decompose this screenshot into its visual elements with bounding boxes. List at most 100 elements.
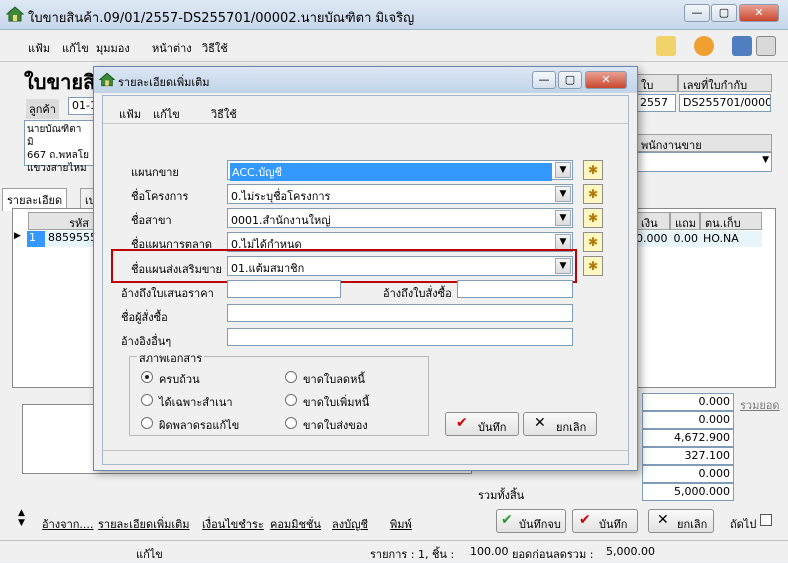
grid-row-store: HO.NA xyxy=(703,232,739,245)
doc-status-label: สภาพเอกสาร xyxy=(137,349,205,367)
link-reference[interactable]: อ้างจาก.... xyxy=(42,515,93,533)
total-1: 0.000 xyxy=(642,393,734,411)
grid-row-amount: 0.000 xyxy=(636,232,668,245)
cancel-label: ยกเลิก xyxy=(677,518,708,531)
link-post-ledger[interactable]: ลงบัญชี xyxy=(332,515,368,533)
dialog-title: รายละเอียดเพิ่มเติม xyxy=(118,76,210,89)
dialog-cancel-button[interactable]: ✕ ยกเลิก xyxy=(523,412,597,436)
radio-error-pending[interactable] xyxy=(141,417,153,429)
grand-total: 5,000.000 xyxy=(642,483,734,501)
radio-error-pending-label: ผิดพลาดรอแก้ไข xyxy=(159,419,240,432)
radio-missing-delivery[interactable] xyxy=(285,417,297,429)
link-commission[interactable]: คอมมิชชั่น xyxy=(270,515,321,533)
grand-total-label: รวมทั้งสิ้น xyxy=(478,489,525,502)
dialog-title-bar: รายละเอียดเพิ่มเติม — ▢ ✕ xyxy=(94,67,637,93)
project-combo[interactable]: 0.ไม่ระบุชื่อโครงการ ▼ xyxy=(227,184,573,204)
dialog-menu-file[interactable]: แฟ้ม xyxy=(119,105,141,123)
check-icon: ✔ xyxy=(456,415,468,431)
radio-complete[interactable] xyxy=(141,371,153,383)
customer-code-field[interactable]: 01-1 xyxy=(68,97,96,115)
clipboard-icon[interactable] xyxy=(756,36,776,56)
minimize-button[interactable]: — xyxy=(684,4,710,22)
customer-address: นายบัณฑิตา มิ 667 ถ.พหลโย แขวงสายไหม xyxy=(24,120,94,174)
cancel-button[interactable]: ✕ ยกเลิก xyxy=(648,509,714,533)
maximize-button[interactable]: ▢ xyxy=(711,4,737,22)
status-summary: รายการ : 1, ชิ้น : xyxy=(370,548,455,561)
dialog-menu-edit[interactable]: แก้ไข xyxy=(153,105,180,123)
save-close-button[interactable]: ✔ บันทึกจบ xyxy=(496,509,566,533)
order-ref-input[interactable] xyxy=(457,280,573,298)
ref-field[interactable]: 2557 xyxy=(636,94,676,112)
project-value: 0.ไม่ระบุชื่อโครงการ xyxy=(231,190,331,203)
link-print[interactable]: พิมพ์ xyxy=(390,515,412,533)
menu-edit[interactable]: แก้ไข xyxy=(62,39,89,57)
close-button[interactable]: ✕ xyxy=(739,4,779,22)
buyer-label: ชื่อผู้สั่งซื้อ xyxy=(121,311,168,324)
total-4: 327.100 xyxy=(642,447,734,465)
ref-header: ใบกำกับ xyxy=(636,74,678,110)
field-label-project: ชื่อโครงการ xyxy=(131,190,189,203)
chevron-down-icon[interactable]: ▼ xyxy=(555,258,571,274)
lookup-icon[interactable]: ✱ xyxy=(583,256,603,276)
chevron-down-icon[interactable]: ▼ xyxy=(555,210,571,226)
sum-link[interactable]: รวมยอด xyxy=(740,396,780,414)
branch-value: 0001.สำนักงานใหญ่ xyxy=(231,214,331,227)
address-line: นายบัณฑิตา มิ xyxy=(27,124,82,148)
sales-dept-combo[interactable]: ACC.บัญชี ▼ xyxy=(227,160,573,181)
status-bar: แก้ไข รายการ : 1, ชิ้น : 100.00 ยอดก่อนล… xyxy=(0,540,788,562)
calculator-icon[interactable] xyxy=(732,36,752,56)
status-before-tax-label: ยอดก่อนลดรวม : xyxy=(512,548,594,561)
customer-label: ลูกค้า xyxy=(26,99,59,119)
radio-missing-debit-note[interactable] xyxy=(285,394,297,406)
menu-help[interactable]: วิธีใช้ xyxy=(202,39,228,57)
address-line: 667 ถ.พหลโย xyxy=(27,150,90,161)
house-app-icon xyxy=(99,72,115,87)
total-2: 0.000 xyxy=(642,411,734,429)
dialog-save-button[interactable]: ✔ บันทึก xyxy=(445,412,519,436)
other-ref-input[interactable] xyxy=(227,328,573,346)
link-payment-terms[interactable]: เงื่อนไขชำระ xyxy=(202,515,264,533)
field-label-promotion-plan: ชื่อแผนส่งเสริมขาย xyxy=(131,263,222,276)
target-icon[interactable] xyxy=(694,36,714,56)
dialog-minimize-button[interactable]: — xyxy=(532,71,556,89)
dialog-body: แฟ้ม แก้ไข วิธีใช้ แผนกขาย ACC.บัญชี ▼ ช… xyxy=(102,95,629,465)
grid-row-code[interactable]: 88595554 xyxy=(46,231,104,247)
radio-missing-credit-note[interactable] xyxy=(285,371,297,383)
dialog-status-bar xyxy=(102,450,629,466)
lookup-icon[interactable]: ✱ xyxy=(583,208,603,228)
page-title: ใบขายสิ xyxy=(24,70,96,94)
dialog-close-button[interactable]: ✕ xyxy=(585,71,627,89)
save-button[interactable]: ✔ บันทึก xyxy=(572,509,638,533)
menu-window[interactable]: หน้าต่าง xyxy=(152,39,192,57)
promotion-plan-value: 01.แต้มสมาชิก xyxy=(231,262,305,275)
buyer-input[interactable] xyxy=(227,304,573,322)
lookup-icon[interactable]: ✱ xyxy=(583,232,603,252)
scroll-arrows-icon[interactable]: ▲ ▼ xyxy=(18,508,25,528)
salesperson-combo[interactable]: ▼ xyxy=(636,152,772,172)
house-app-icon xyxy=(6,6,24,22)
window-title: ใบขายสินค้า.09/01/2557-DS255701/00002.นา… xyxy=(28,11,415,26)
lookup-icon[interactable]: ✱ xyxy=(583,184,603,204)
tax-invoice-field[interactable]: DS255701/00002 xyxy=(679,94,771,112)
grid-header-code: รหัส xyxy=(28,212,94,230)
status-mode: แก้ไข xyxy=(136,548,163,561)
sales-dept-value: ACC.บัญชี xyxy=(230,163,552,181)
menu-view[interactable]: มุมมอง xyxy=(96,39,130,57)
chevron-down-icon[interactable]: ▼ xyxy=(555,234,571,250)
menu-file[interactable]: แฟ้ม xyxy=(28,39,50,57)
chevron-down-icon[interactable]: ▼ xyxy=(555,162,571,178)
dialog-cancel-label: ยกเลิก xyxy=(556,421,587,434)
grid-header-store: ตน.เก็บ xyxy=(700,212,762,230)
radio-copy-only[interactable] xyxy=(141,394,153,406)
link-more-details[interactable]: รายละเอียดเพิ่มเติม xyxy=(98,515,190,533)
grid-row-index[interactable]: 1 xyxy=(27,231,45,247)
next-checkbox[interactable] xyxy=(760,514,772,526)
promotion-plan-combo[interactable]: 01.แต้มสมาชิก ▼ xyxy=(227,256,573,276)
key-icon[interactable] xyxy=(656,36,676,56)
quote-ref-input[interactable] xyxy=(227,280,341,298)
dialog-maximize-button[interactable]: ▢ xyxy=(558,71,582,89)
chevron-down-icon[interactable]: ▼ xyxy=(555,186,571,202)
branch-combo[interactable]: 0001.สำนักงานใหญ่ ▼ xyxy=(227,208,573,228)
dialog-menu-help[interactable]: วิธีใช้ xyxy=(211,105,237,123)
lookup-icon[interactable]: ✱ xyxy=(583,160,603,180)
